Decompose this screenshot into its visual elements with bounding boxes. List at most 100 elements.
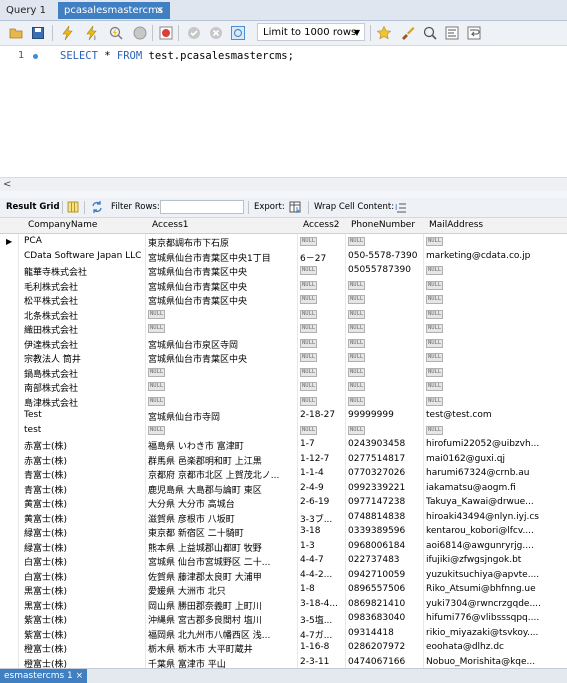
cell-access2[interactable]: 3-3ブ... [300,512,344,525]
cell-phonenumber[interactable]: NULL [348,338,422,348]
cell-access1[interactable]: 福岡県 北九州市八幡西区 浅... [148,628,296,641]
cell-phonenumber[interactable]: 0992339221 [348,483,422,493]
cell-access1[interactable]: 京都府 京都市北区 上賀茂北ノ... [148,468,296,481]
cell-mailaddress[interactable]: NULL [426,265,567,275]
table-row[interactable]: 白富士(株) 佐賀県 藤津郡太良町 大浦甲 4-4-2... 0942710059 yu… [0,569,567,584]
cell-companyname[interactable]: 橙富士(株) [24,642,144,655]
cell-phonenumber[interactable]: NULL [348,352,422,362]
table-row[interactable]: 白富士(株) 宮城県 仙台市宮城野区 二十... 4-4-7 022737483 ifu… [0,554,567,569]
cell-access1[interactable]: 千葉県 富津市 平山 [148,657,296,669]
cell-companyname[interactable]: 黒富士(株) [24,584,144,597]
cell-access1[interactable]: 鹿児島県 大島郡与論町 東区 [148,483,296,496]
cell-mailaddress[interactable]: mai0162@guxi.qj [426,454,567,464]
cell-access1[interactable]: 宮城県仙台市青葉区中央 [148,280,296,293]
cell-phonenumber[interactable]: 0942710059 [348,570,422,580]
check-icon[interactable] [186,25,202,41]
cell-phonenumber[interactable]: 0339389596 [348,526,422,536]
cell-companyname[interactable]: 龍華寺株式会社 [24,265,144,278]
close-tab-icon[interactable]: × [156,2,164,19]
cell-mailaddress[interactable]: NULL [426,323,567,333]
cell-phonenumber[interactable]: 022737483 [348,555,422,565]
wrap-icon[interactable] [466,25,482,41]
cancel-icon[interactable] [208,25,224,41]
cell-access2[interactable]: 4-4-7 [300,555,344,565]
cell-companyname[interactable]: 青富士(株) [24,483,144,496]
cell-access2[interactable]: 2-3-11 [300,657,344,667]
cell-phonenumber[interactable]: 050-5578-7390 [348,251,422,261]
scroll-left-icon[interactable]: < [3,178,11,192]
cell-phonenumber[interactable]: NULL [348,396,422,406]
cell-access1[interactable]: 佐賀県 藤津郡太良町 大浦甲 [148,570,296,583]
cell-access1[interactable]: 宮城県仙台市青葉区中央 [148,352,296,365]
cell-access2[interactable]: 3-18 [300,526,344,536]
cell-mailaddress[interactable]: marketing@cdata.co.jp [426,251,567,261]
cell-companyname[interactable]: 橙富士(株) [24,657,144,669]
cell-companyname[interactable]: 松平株式会社 [24,294,144,307]
cell-mailaddress[interactable]: iakamatsu@aogm.fi [426,483,567,493]
cell-access2[interactable]: NULL [300,352,344,362]
cell-phonenumber[interactable]: NULL [348,425,422,435]
cell-access1[interactable]: 宮城県仙台市青葉区中央 [148,265,296,278]
table-row[interactable]: 紫富士(株) 福岡県 北九州市八幡西区 浅... 4-7ガ... 09314418 ri… [0,627,567,642]
cell-access2[interactable]: 6－27 [300,251,344,264]
filter-rows-input[interactable] [160,200,244,214]
cell-phonenumber[interactable]: 0243903458 [348,439,422,449]
table-row[interactable]: 島津株式会社 NULL NULL NULL NULL [0,395,567,410]
wrap-cell-icon[interactable]: I [394,200,408,214]
cell-access1[interactable]: 宮城県 仙台市宮城野区 二十... [148,555,296,568]
table-row[interactable]: 紫富士(株) 沖縄県 宮古郡多良間村 塩川 3-5塩... 0983683040 hif… [0,612,567,627]
table-row[interactable]: 橙富士(株) 栃木県 栃木市 大平町蔵井 1-16-8 0286207972 eooha… [0,641,567,656]
table-row[interactable]: 黄富士(株) 大分県 大分市 高城台 2-6-19 0977147238 Takuya_… [0,496,567,511]
cell-mailaddress[interactable]: NULL [426,381,567,391]
cell-access2[interactable]: 4-4-2... [300,570,344,580]
cell-access2[interactable]: 1-3 [300,541,344,551]
cell-access1[interactable]: 岡山県 勝田郡奈義町 上町川 [148,599,296,612]
cell-mailaddress[interactable]: hifumi776@vlibsssqpq.... [426,613,567,623]
cell-access1[interactable]: NULL [148,323,296,333]
stop-icon[interactable] [132,25,148,41]
cell-companyname[interactable]: Test [24,410,144,420]
cell-companyname[interactable]: 南部株式会社 [24,381,144,394]
cell-access1[interactable]: NULL [148,309,296,319]
cell-phonenumber[interactable]: NULL [348,236,422,246]
cell-access2[interactable]: NULL [300,323,344,333]
table-row[interactable]: 黒富士(株) 愛媛県 大洲市 北只 1-8 0896557506 Riko_Atsumi… [0,583,567,598]
cell-access2[interactable]: 1-7 [300,439,344,449]
cell-access2[interactable]: 2-4-9 [300,483,344,493]
cell-mailaddress[interactable]: NULL [426,294,567,304]
cell-companyname[interactable]: 黒富士(株) [24,599,144,612]
column-header-mailaddress[interactable]: MailAddress [429,220,483,230]
toggle-icon[interactable] [230,25,246,41]
cell-mailaddress[interactable]: Riko_Atsumi@bhfnng.ue [426,584,567,594]
cell-mailaddress[interactable]: rikio_miyazaki@tsvkoy.... [426,628,567,638]
cell-phonenumber[interactable]: NULL [348,367,422,377]
cell-access2[interactable]: 2-18-27 [300,410,344,420]
table-row[interactable]: 松平株式会社 宮城県仙台市青葉区中央 NULL NULL NULL [0,293,567,308]
table-row[interactable]: 宗教法人 筒井 宮城県仙台市青葉区中央 NULL NULL NULL [0,351,567,366]
cell-mailaddress[interactable]: test@test.com [426,410,567,420]
column-header-companyname[interactable]: CompanyName [28,220,97,230]
format-icon[interactable] [444,25,460,41]
cell-companyname[interactable]: 織田株式会社 [24,323,144,336]
cell-phonenumber[interactable]: 0286207972 [348,642,422,652]
brush-icon[interactable] [400,25,416,41]
cell-mailaddress[interactable]: Takuya_Kawai@drwue... [426,497,567,507]
column-header-access2[interactable]: Access2 [303,220,340,230]
cell-phonenumber[interactable]: 09314418 [348,628,422,638]
table-row[interactable]: 青富士(株) 鹿児島県 大島郡与論町 東区 2-4-9 0992339221 iakam… [0,482,567,497]
cell-phonenumber[interactable]: 0770327026 [348,468,422,478]
cell-phonenumber[interactable]: 99999999 [348,410,422,420]
cell-companyname[interactable]: 北条株式会社 [24,309,144,322]
cell-access2[interactable]: NULL [300,367,344,377]
cell-companyname[interactable]: 青富士(株) [24,468,144,481]
table-row[interactable]: 赤富士(株) 福島県 いわき市 富津町 1-7 0243903458 hirofumi2… [0,438,567,453]
cell-access2[interactable]: NULL [300,280,344,290]
cell-mailaddress[interactable]: hiroaki43494@nlyn.iyj.cs [426,512,567,522]
cell-access2[interactable]: NULL [300,236,344,246]
cell-access1[interactable]: NULL [148,425,296,435]
cell-mailaddress[interactable]: aoi6814@awgunryrjg.... [426,541,567,551]
editor-horizontal-scrollbar[interactable]: < [0,177,567,192]
cell-companyname[interactable]: 島津株式会社 [24,396,144,409]
folder-icon[interactable] [8,25,24,41]
cell-access1[interactable]: NULL [148,396,296,406]
